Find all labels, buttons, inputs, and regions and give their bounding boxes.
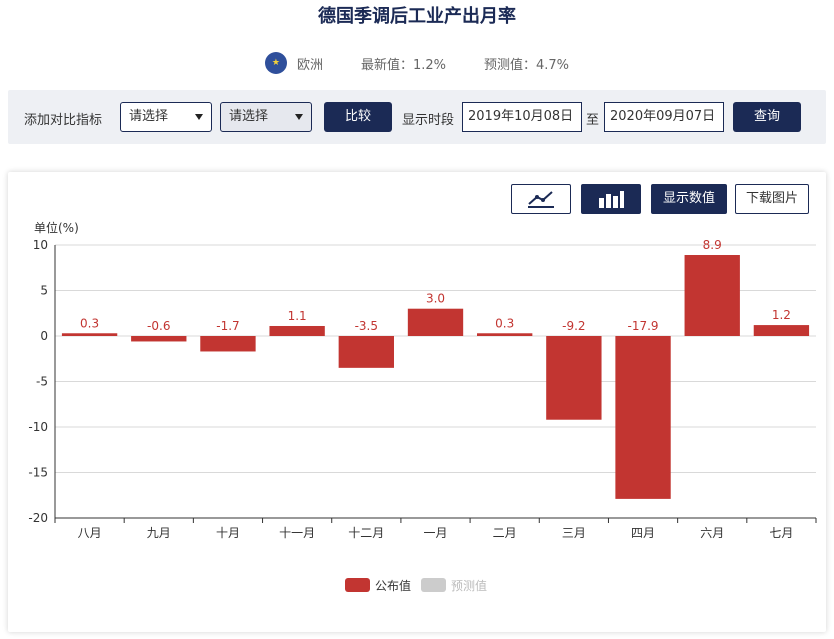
bar[interactable]	[407, 308, 464, 336]
data-label: 3.0	[426, 292, 445, 306]
data-label: -3.5	[355, 319, 378, 333]
bar[interactable]	[269, 325, 325, 336]
add-indicator-label: 添加对比指标	[24, 113, 103, 128]
data-label: -17.9	[628, 319, 659, 333]
period-label: 显示时段	[402, 113, 455, 128]
data-label: 0.3	[495, 316, 514, 330]
y-tick-label: 0	[40, 329, 48, 343]
compare-toolbar: 添加对比指标 请选择 请选择 比较 显示时段 2019年10月08日 至 202…	[8, 90, 826, 144]
x-tick-label: 十月	[216, 526, 240, 540]
eu-flag-icon: ★	[264, 52, 287, 74]
data-label: -1.7	[216, 319, 239, 333]
chevron-down-icon	[295, 114, 303, 120]
latest-value: 最新值：1.2%	[360, 57, 446, 73]
y-tick-label: 5	[40, 284, 48, 298]
query-button[interactable]: 查询	[733, 102, 801, 132]
to-label: 至	[586, 113, 600, 128]
bar[interactable]	[200, 336, 256, 352]
y-tick-label: -10	[28, 420, 48, 434]
y-tick-label: -15	[28, 466, 48, 480]
data-label: 8.9	[703, 238, 722, 252]
x-tick-label: 十二月	[348, 526, 384, 540]
indicator-meta: ★ 欧洲 最新值：1.2% 预测值：4.7%	[0, 52, 834, 74]
data-label: 1.1	[288, 309, 307, 323]
end-date-field[interactable]: 2020年09月07日	[604, 102, 724, 132]
data-label: 1.2	[772, 308, 791, 322]
data-label: 0.3	[80, 316, 99, 330]
indicator-select-1[interactable]: 请选择	[120, 102, 212, 132]
select-1-value: 请选择	[129, 109, 169, 124]
x-tick-label: 一月	[423, 526, 447, 540]
legend-label[interactable]: 公布值	[375, 578, 411, 593]
compare-button[interactable]: 比较	[324, 102, 392, 132]
x-tick-label: 八月	[78, 526, 102, 540]
legend-swatch[interactable]	[421, 578, 446, 592]
y-axis-label: 单位(%)	[34, 220, 79, 235]
bar[interactable]	[61, 333, 118, 336]
page-title: 德国季调后工业产出月率	[318, 6, 516, 27]
bar[interactable]	[684, 255, 740, 336]
x-tick-label: 十一月	[279, 526, 315, 540]
bar[interactable]	[338, 336, 394, 368]
x-tick-label: 六月	[700, 526, 724, 540]
x-tick-label: 九月	[147, 526, 171, 540]
chevron-down-icon	[195, 114, 203, 120]
y-tick-label: -5	[36, 375, 48, 389]
x-tick-label: 三月	[562, 526, 586, 540]
chart-panel: 显示数值 下载图片 单位(%) 10 5 0 -5 -10 -15 -20 0.3 八月 -0.…	[8, 172, 826, 632]
y-tick-label: -20	[28, 511, 48, 525]
select-2-value: 请选择	[229, 109, 269, 124]
y-tick-label: 10	[33, 238, 48, 252]
bar[interactable]	[615, 336, 671, 499]
indicator-select-2[interactable]: 请选择	[220, 102, 312, 132]
bar[interactable]	[546, 336, 602, 420]
data-label: -0.6	[147, 319, 170, 333]
data-label: -9.2	[562, 319, 585, 333]
region-label: 欧洲	[296, 57, 323, 73]
bar[interactable]	[131, 336, 187, 342]
bar[interactable]	[477, 333, 533, 336]
legend-label[interactable]: 预测值	[451, 578, 487, 593]
x-tick-label: 四月	[631, 526, 655, 540]
forecast-value: 预测值：4.7%	[484, 57, 570, 73]
bar-chart: 单位(%) 10 5 0 -5 -10 -15 -20 0.3 八月 -0.6 九月 -1.7 十月 1…	[28, 220, 817, 593]
x-tick-label: 二月	[493, 526, 517, 540]
x-tick-label: 七月	[769, 526, 793, 540]
bar[interactable]	[753, 325, 810, 336]
legend-swatch[interactable]	[345, 578, 370, 592]
start-date-field[interactable]: 2019年10月08日	[462, 102, 582, 132]
